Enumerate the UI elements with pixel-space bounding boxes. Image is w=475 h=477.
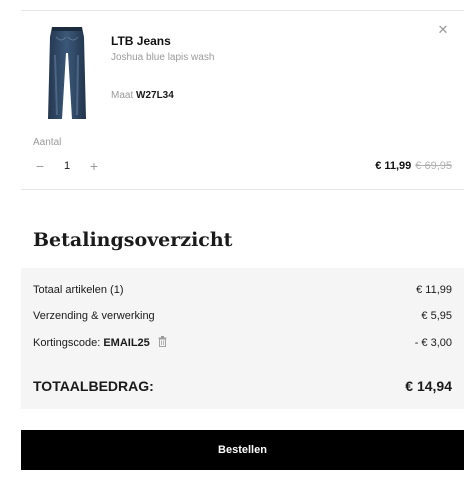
summary-box: Totaal artikelen (1) € 11,99 Verzending … [21,268,464,409]
cart-item: LTB Jeans Joshua blue lapis wash Maat W2… [21,11,464,189]
quantity-label: Aantal [33,137,62,148]
original-price: € 69,95 [415,160,452,172]
discount-label-group: Kortingscode: EMAIL25 [33,336,167,350]
trash-icon[interactable] [158,336,167,350]
summary-row-shipping: Verzending & verwerking € 5,95 [33,310,452,322]
total-label: TOTAALBEDRAG: [33,378,154,394]
summary-title: Betalingsoverzicht [33,229,233,251]
summary-label: Totaal artikelen (1) [33,284,124,296]
summary-row-items: Totaal artikelen (1) € 11,99 [33,284,452,296]
quantity-stepper: − 1 + [33,157,101,175]
summary-total: TOTAALBEDRAG: € 14,94 [33,378,452,394]
product-size: Maat W27L34 [111,90,174,101]
summary-label: Verzending & verwerking [33,310,155,322]
discount-code: EMAIL25 [103,336,150,349]
summary-label: Kortingscode: [33,336,101,349]
product-image[interactable] [41,25,93,121]
quantity-value[interactable]: 1 [47,160,87,172]
product-name[interactable]: LTB Jeans [111,34,171,48]
increment-button[interactable]: + [87,158,101,174]
summary-value: - € 3,00 [414,337,452,349]
summary-row-discount: Kortingscode: EMAIL25 - € 3,00 [33,336,452,350]
total-value: € 14,94 [405,378,452,394]
size-value: W27L34 [136,90,174,101]
item-price: € 11,99 € 69,95 [375,160,452,172]
remove-item-button[interactable]: ✕ [435,22,451,38]
summary-value: € 11,99 [416,284,452,296]
item-divider [21,189,464,190]
order-button[interactable]: Bestellen [21,430,464,470]
close-icon: ✕ [437,22,449,37]
summary-value: € 5,95 [421,310,452,322]
product-variant: Joshua blue lapis wash [111,52,215,63]
size-label: Maat [111,90,134,101]
decrement-button[interactable]: − [33,158,47,174]
current-price: € 11,99 [375,160,412,172]
